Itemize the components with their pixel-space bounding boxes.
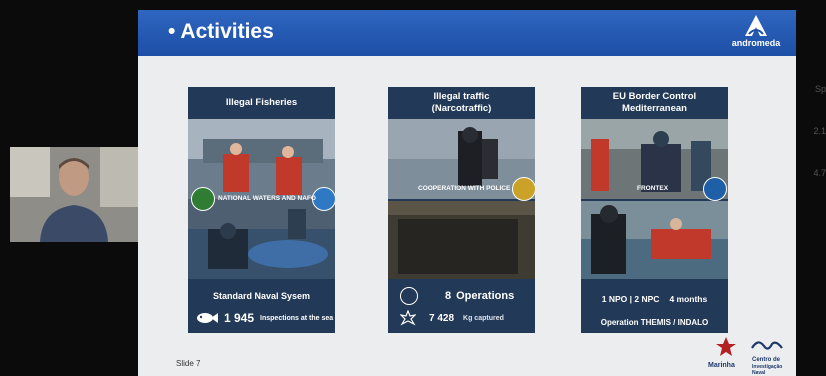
card-title-line: Illegal Fisheries xyxy=(225,97,298,108)
brand-name: andromeda xyxy=(731,38,781,48)
operations-stat: 8 Operations xyxy=(388,287,535,305)
stat-label: Operations xyxy=(456,290,515,302)
frontex-photo: FRONTEX xyxy=(581,119,728,279)
card-footer-title: Standard Naval Sysem xyxy=(212,291,311,301)
fisheries-photo: NATIONAL WATERS AND NAFO xyxy=(188,119,335,279)
stat-value: 7 428 xyxy=(429,312,455,324)
card-tag: NATIONAL WATERS AND NAFO xyxy=(218,195,316,202)
marinha-logo-text: Marinha xyxy=(708,362,735,369)
card-eu-border-control: EU Border Control Mediterranean FRONTEX xyxy=(581,87,728,333)
card-tag: FRONTEX xyxy=(637,185,669,192)
side-text-item: 2.1 xyxy=(813,126,826,136)
inspections-metric: 1 945 Inspections at the sea xyxy=(188,309,335,327)
slide-header: • Activities andromeda xyxy=(138,10,796,56)
stat-label: Kg captured xyxy=(463,314,504,322)
card-title-line: Illegal traffic xyxy=(433,91,490,102)
frontex-photo-image xyxy=(581,119,728,279)
narcotraffic-photo-image xyxy=(388,119,535,279)
cinav-logo-icon xyxy=(751,341,783,350)
narcotraffic-photo: COOPERATION WITH POLICE xyxy=(388,119,535,279)
fish-icon xyxy=(197,313,218,323)
webcam-presenter xyxy=(10,147,138,242)
cinav-logo-text-bottom: Investigação Naval xyxy=(752,364,783,376)
frontex-emblem-icon xyxy=(703,177,727,201)
footer-logos: Marinha Centro de Investigação Naval xyxy=(706,336,786,376)
leaf-icon xyxy=(400,310,416,326)
operation-text: Operation THEMIS / INDALO xyxy=(600,317,709,327)
presentation-slide: • Activities andromeda Illegal Fisheries xyxy=(138,10,796,376)
card-illegal-traffic: Illegal traffic (Narcotraffic) COOPERATI… xyxy=(388,87,535,333)
webcam-video xyxy=(10,147,138,242)
stat-value: 8 xyxy=(445,290,452,302)
side-text-item: Sp xyxy=(814,84,826,94)
card-title: EU Border Control Mediterranean xyxy=(581,87,728,119)
slide-title: • Activities xyxy=(168,20,274,43)
andromeda-logo: andromeda xyxy=(726,14,786,54)
fleet-line: 1 NPO | 2 NPC 4 months xyxy=(581,292,728,306)
portugal-flag-icon xyxy=(191,187,215,211)
card-title: Illegal traffic (Narcotraffic) xyxy=(388,87,535,119)
marinha-crest-icon xyxy=(716,337,736,356)
card-title: Illegal Fisheries xyxy=(188,87,335,119)
fleet-text: 1 NPO | 2 NPC xyxy=(601,294,660,304)
operations-icon xyxy=(400,287,418,305)
andromeda-logo-icon xyxy=(745,15,767,36)
metric-label: Inspections at the sea xyxy=(260,314,334,322)
card-title-line: EU Border Control xyxy=(612,91,697,102)
slide-number: Slide 7 xyxy=(176,359,201,368)
duration-text: 4 months xyxy=(669,294,708,304)
card-illegal-fisheries: Illegal Fisheries NATIONAL WATERS AND NA… xyxy=(188,87,335,333)
captured-stat: 7 428 Kg captured xyxy=(388,309,535,327)
side-text-item: 4.7 xyxy=(813,168,826,178)
card-title-line: (Narcotraffic) xyxy=(431,103,492,114)
operation-line: Operation THEMIS / INDALO xyxy=(581,315,728,329)
metric-value: 1 945 xyxy=(224,311,255,325)
card-title-line: Mediterranean xyxy=(622,103,687,114)
card-tag: COOPERATION WITH POLICE xyxy=(418,185,511,192)
police-emblem-icon xyxy=(512,177,535,201)
cinav-logo-text-top: Centro de xyxy=(752,357,781,363)
